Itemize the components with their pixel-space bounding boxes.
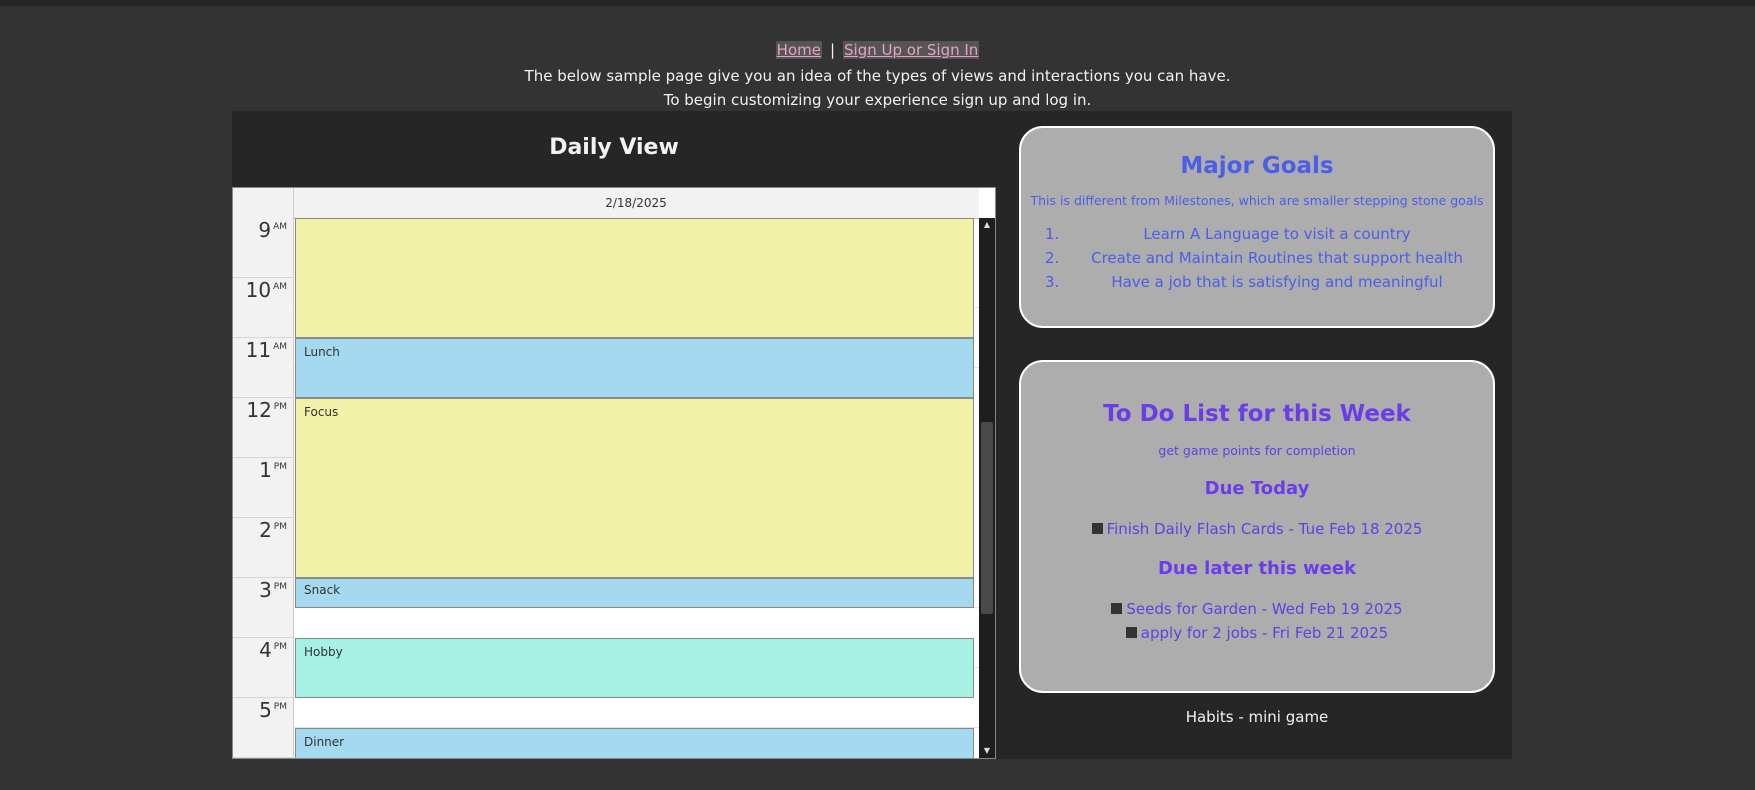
time-hour: 4 [259,638,272,662]
time-slot: 11 AM [233,338,293,398]
calendar-event[interactable]: Lunch [295,338,974,398]
nav-links: Home | Sign Up or Sign In [0,38,1755,64]
home-link[interactable]: Home [775,41,822,59]
checkbox[interactable] [1091,523,1103,534]
event-label: Hobby [304,645,343,659]
calendar-event[interactable]: Focus [295,398,974,578]
todo-item-text: apply for 2 jobs - Fri Feb 21 2025 [1140,624,1389,642]
time-ampm: PM [273,582,287,592]
time-hour: 1 [259,458,272,482]
goal-text: Create and Maintain Routines that suppor… [1091,249,1463,267]
time-slot: 12 PM [233,398,293,458]
page-header: Home | Sign Up or Sign In The below sample… [0,38,1755,112]
checkbox[interactable] [1111,603,1123,614]
time-slot: 1 PM [233,458,293,518]
top-bar [0,0,1755,6]
time-ampm: PM [273,702,287,712]
time-ampm: PM [273,642,287,652]
time-column: 9 AM 10 AM 11 AM 12 PM 1 PM 2 PM 3 PM 4 PM 5 PM [233,218,294,758]
todo-title: To Do List for this Week [1103,401,1411,427]
event-label: Dinner [304,735,345,749]
calendar-body: 9 AM 10 AM 11 AM 12 PM 1 PM 2 PM 3 PM 4 PM 5 PM L… [233,218,979,758]
major-goals-title: Major Goals [1180,153,1334,179]
goal-text: Have a job that is satisfying and meanin… [1111,273,1443,291]
nav-separator: | [829,41,836,59]
calendar-header-gutter [233,188,294,218]
calendar-header: 2/18/2025 [233,188,979,219]
goal-number: 2. [1045,249,1060,267]
todo-item-text: Finish Daily Flash Cards - Tue Feb 18 20… [1106,520,1423,538]
intro-line-1: The below sample page give you an idea o… [524,67,1231,85]
time-slot: 4 PM [233,638,293,698]
todo-item: Seeds for Garden - Wed Feb 19 2025 [1021,597,1493,621]
goal-number: 1. [1045,225,1060,243]
scroll-down-arrow-icon[interactable]: ▼ [979,744,995,758]
goal-item: 1. Learn A Language to visit a country [1041,222,1473,246]
goals-list: 1. Learn A Language to visit a country 2.… [1021,222,1493,294]
time-hour: 10 [245,278,272,302]
time-hour: 3 [259,578,272,602]
todo-item: apply for 2 jobs - Fri Feb 21 2025 [1021,621,1493,645]
time-hour: 9 [258,218,272,242]
daily-view-title: Daily View [549,135,679,160]
day-calendar: 2/18/2025 9 AM 10 AM 11 AM 12 PM 1 PM 2 PM 3 PM… [232,187,996,759]
goal-item: 3. Have a job that is satisfying and mean… [1041,270,1473,294]
time-ampm: AM [273,282,287,292]
time-hour: 11 [245,338,272,362]
todo-item-text: Seeds for Garden - Wed Feb 19 2025 [1126,600,1403,618]
main-content: Daily View 2/18/2025 9 AM 10 AM 11 AM 12 PM … [232,111,1512,759]
time-hour: 5 [259,698,272,722]
goal-item: 2. Create and Maintain Routines that supp… [1041,246,1473,270]
checkbox[interactable] [1125,627,1137,638]
scroll-up-arrow-icon[interactable]: ▲ [979,218,995,232]
calendar-event[interactable]: Dinner [295,728,974,758]
time-slot: 2 PM [233,518,293,578]
event-label: Lunch [304,345,340,359]
scrollbar-thumb[interactable] [981,422,993,614]
due-today-list: Finish Daily Flash Cards - Tue Feb 18 20… [1021,517,1493,541]
goal-number: 3. [1045,273,1060,291]
time-slot: 9 AM [233,218,293,278]
time-ampm: PM [273,402,287,412]
intro-line-2: To begin customizing your experience sig… [663,91,1092,109]
calendar-scrollbar[interactable]: ▲ ▼ [979,218,995,758]
time-ampm: PM [273,522,287,532]
due-later-list: Seeds for Garden - Wed Feb 19 2025 apply… [1021,597,1493,645]
time-ampm: PM [273,462,287,472]
calendar-event[interactable] [295,218,974,338]
todo-subtitle: get game points for completion [1158,443,1356,458]
time-ampm: AM [273,222,287,232]
event-label: Snack [304,583,341,597]
todo-item: Finish Daily Flash Cards - Tue Feb 18 20… [1021,517,1493,541]
time-slot: 5 PM [233,698,293,758]
calendar-event[interactable]: Snack [295,578,974,608]
calendar-date: 2/18/2025 [605,196,667,210]
time-hour: 2 [259,518,272,542]
calendar-event[interactable]: Hobby [295,638,974,698]
event-label: Focus [304,405,339,419]
todo-panel: To Do List for this Week get game points… [1019,360,1495,693]
major-goals-subtitle: This is different from Milestones, which… [1030,193,1484,208]
time-slot: 10 AM [233,278,293,338]
sign-up-link[interactable]: Sign Up or Sign In [843,41,980,59]
goal-text: Learn A Language to visit a country [1143,225,1411,243]
time-hour: 12 [246,398,272,422]
habits-mini-game-link[interactable]: Habits - mini game [1019,708,1495,726]
due-later-heading: Due later this week [1157,558,1357,579]
due-today-heading: Due Today [1204,478,1310,499]
time-ampm: AM [273,342,287,352]
major-goals-panel: Major Goals This is different from Miles… [1019,126,1495,328]
time-slot: 3 PM [233,578,293,638]
